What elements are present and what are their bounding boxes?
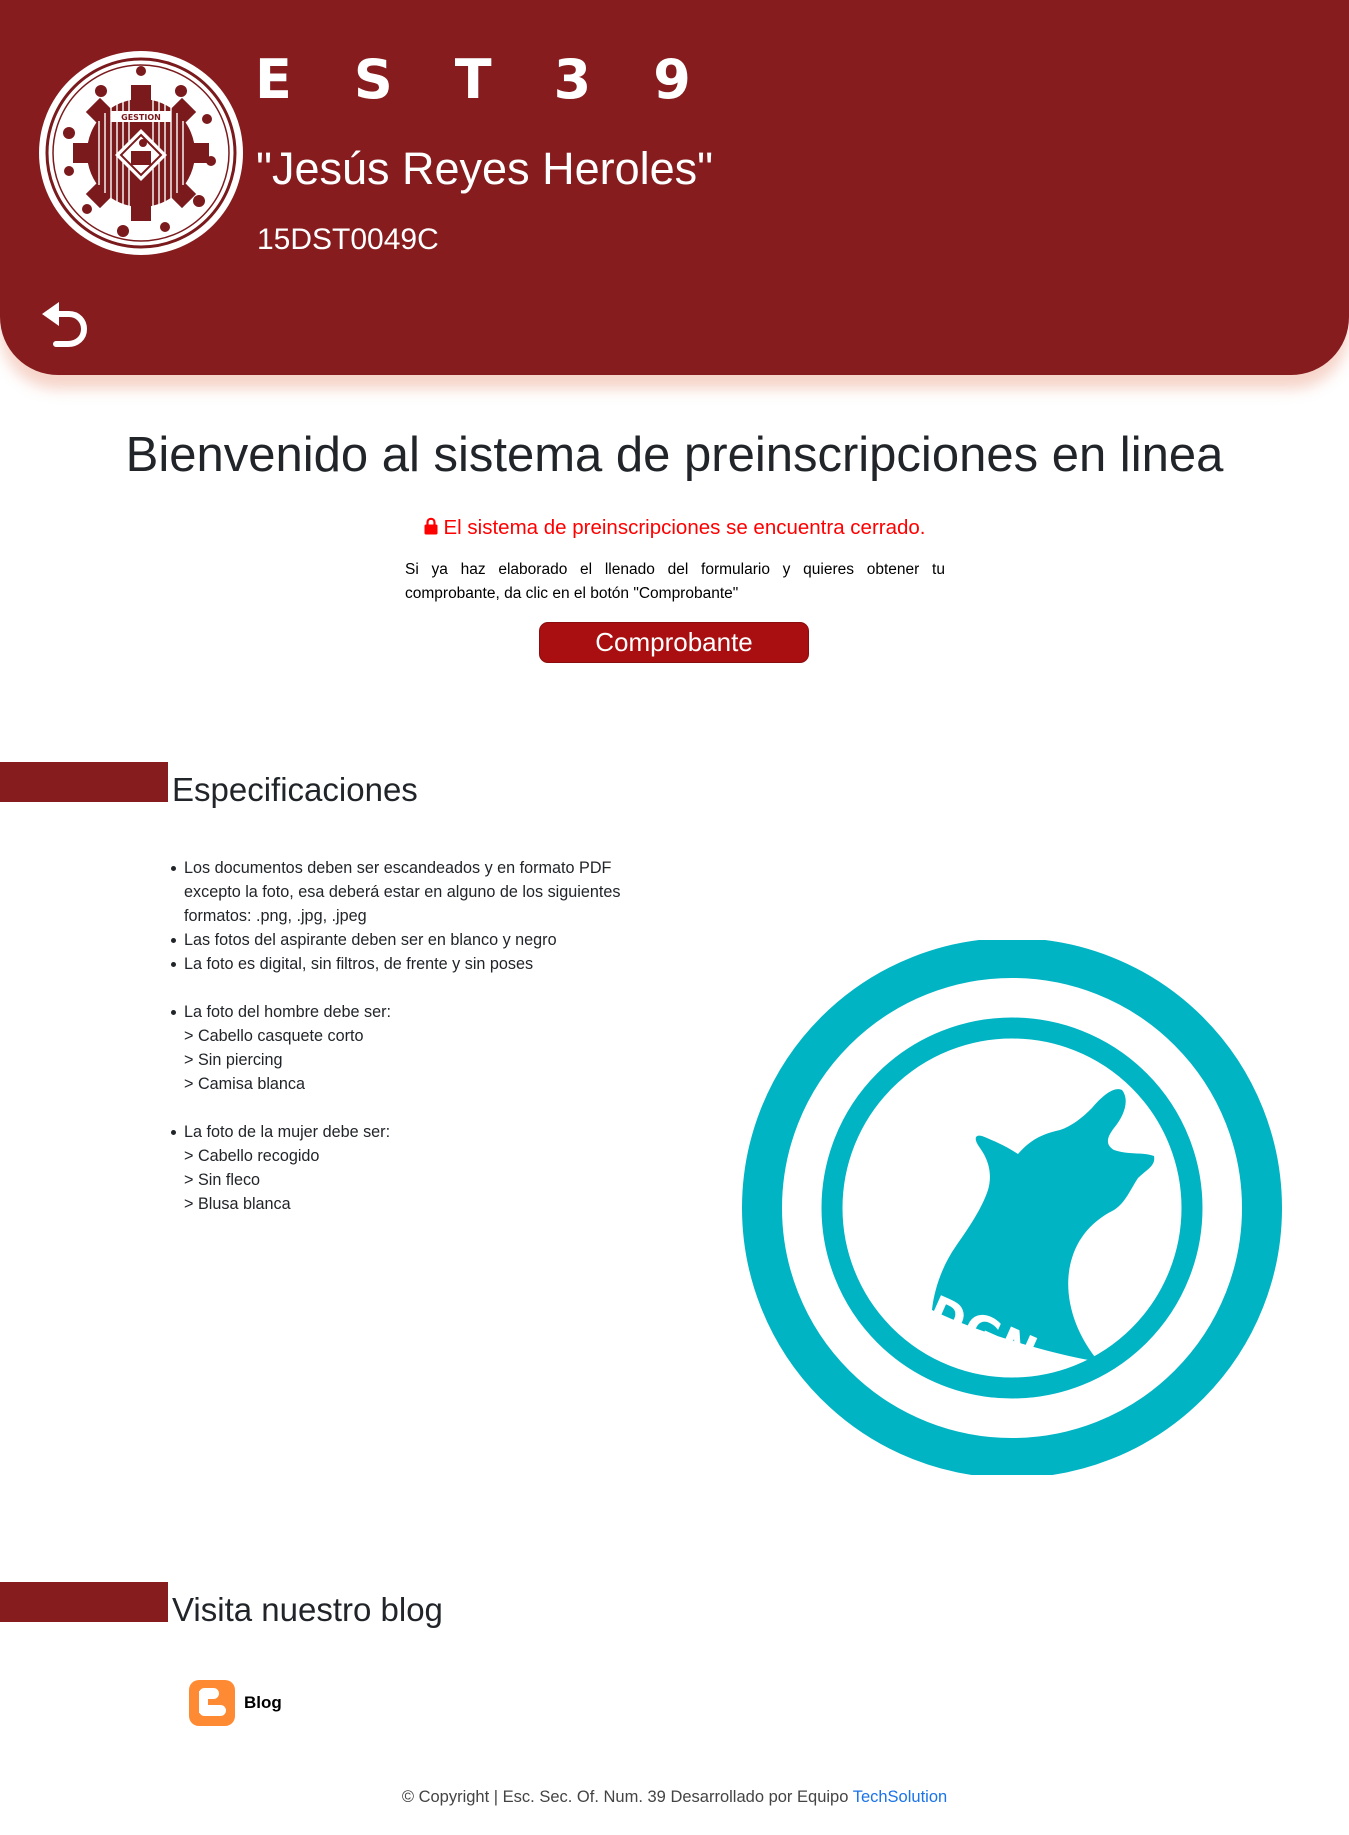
school-abbreviation: EST39 xyxy=(255,48,753,111)
blog-label: Blog xyxy=(244,1693,282,1712)
list-item-text: La foto es digital, sin filtros, de fren… xyxy=(184,955,534,973)
pdgn-logo: PDGN xyxy=(742,940,1282,1475)
footer-link-techsolution[interactable]: TechSolution xyxy=(853,1788,947,1806)
list-item-text: Las fotos del aspirante deben ser en bla… xyxy=(184,931,557,949)
site-header: GESTION EST39 "Jesús Reyes Heroles" 15DS… xyxy=(0,0,1349,375)
blogger-icon xyxy=(188,1679,236,1727)
section-accent-bar xyxy=(0,762,168,802)
list-item: La foto es digital, sin filtros, de fren… xyxy=(171,952,644,976)
school-code: 15DST0049C xyxy=(257,223,439,256)
list-item: La foto del hombre debe ser: > Cabello c… xyxy=(171,1000,644,1096)
undo-arrow-icon xyxy=(42,302,88,347)
list-item: Las fotos del aspirante deben ser en bla… xyxy=(171,928,644,952)
list-item-text: La foto de la mujer debe ser: xyxy=(184,1123,391,1141)
list-item-text: Los documentos deben ser escandeados y e… xyxy=(184,859,621,925)
list-item-text: > Cabello recogido xyxy=(184,1147,320,1165)
specs-list: Los documentos deben ser escandeados y e… xyxy=(171,856,644,1216)
footer: © Copyright | Esc. Sec. Of. Num. 39 Desa… xyxy=(0,1786,1349,1808)
info-text: Si ya haz elaborado el llenado del formu… xyxy=(405,561,945,602)
school-seal-gear-icon: GESTION xyxy=(39,51,243,255)
svg-text:GESTION: GESTION xyxy=(121,113,161,122)
list-item: Los documentos deben ser escandeados y e… xyxy=(171,856,644,928)
blog-title: Visita nuestro blog xyxy=(172,1591,443,1628)
lock-icon xyxy=(424,517,438,535)
welcome-title: Bienvenido al sistema de preinscripcione… xyxy=(125,428,1224,482)
back-button[interactable] xyxy=(38,298,90,348)
blog-link[interactable]: Blog xyxy=(188,1678,282,1728)
list-item-text: > Sin piercing xyxy=(184,1051,283,1069)
list-item: La foto de la mujer debe ser: > Cabello … xyxy=(171,1120,644,1216)
school-name: "Jesús Reyes Heroles" xyxy=(256,143,714,194)
section-accent-bar xyxy=(0,1582,168,1622)
comprobante-button[interactable]: Comprobante xyxy=(539,622,809,663)
list-item-text: > Camisa blanca xyxy=(184,1075,306,1093)
closed-notice-text: El sistema de preinscripciones se encuen… xyxy=(443,516,926,539)
list-item-text: > Cabello casquete corto xyxy=(184,1027,364,1045)
specs-title: Especificaciones xyxy=(172,771,418,808)
footer-text: © Copyright | Esc. Sec. Of. Num. 39 Desa… xyxy=(401,1788,849,1806)
closed-notice: El sistema de preinscripciones se encuen… xyxy=(0,514,1349,541)
list-item-text: La foto del hombre debe ser: xyxy=(184,1003,391,1021)
list-item-text: > Sin fleco xyxy=(184,1171,261,1189)
list-item-text: > Blusa blanca xyxy=(184,1195,291,1213)
